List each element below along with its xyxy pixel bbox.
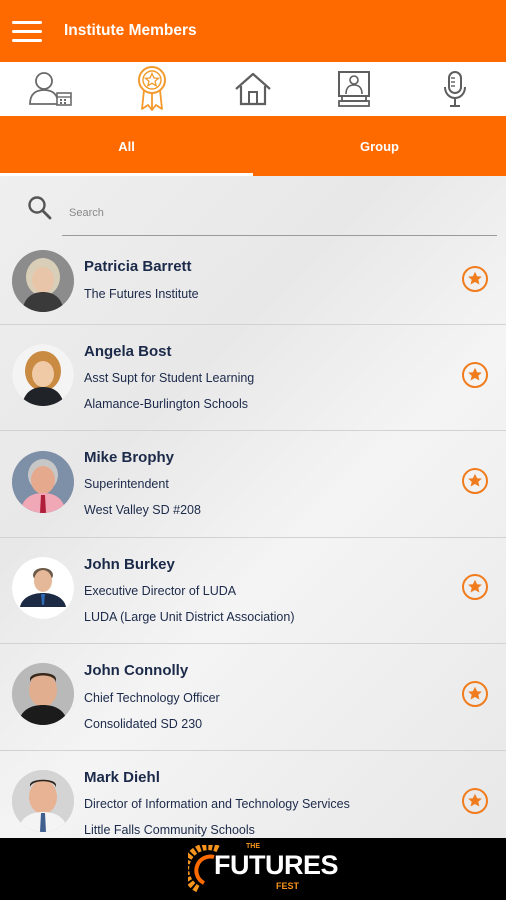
- avatar: [12, 557, 74, 619]
- tab-group[interactable]: Group: [253, 116, 506, 176]
- member-title: Superintendent: [84, 477, 169, 491]
- futures-fest-logo: THE FUTURES FEST: [188, 841, 339, 897]
- nav-award-button[interactable]: [122, 62, 182, 116]
- member-organization: LUDA (Large Unit District Association): [84, 610, 295, 624]
- search-bar: [0, 176, 506, 240]
- logo-the: THE: [246, 843, 260, 850]
- avatar: [12, 451, 74, 513]
- member-title: Chief Technology Officer: [84, 691, 220, 705]
- nav-presentation-button[interactable]: [324, 62, 384, 116]
- menu-icon[interactable]: [12, 20, 42, 42]
- home-icon: [235, 72, 271, 106]
- list-item[interactable]: John Burkey Executive Director of LUDA L…: [0, 538, 506, 644]
- favorite-star-icon[interactable]: [461, 680, 489, 708]
- tab-all[interactable]: All: [0, 116, 253, 176]
- member-organization: Alamance-Burlington Schools: [84, 397, 248, 411]
- app-bar: Institute Members: [0, 0, 506, 62]
- footer-banner: THE FUTURES FEST: [0, 838, 506, 900]
- member-organization: West Valley SD #208: [84, 503, 201, 517]
- member-title: The Futures Institute: [84, 287, 199, 301]
- member-name: John Burkey: [84, 556, 175, 573]
- search-input[interactable]: [62, 190, 497, 236]
- avatar: [12, 344, 74, 406]
- member-title: Asst Supt for Student Learning: [84, 371, 255, 385]
- list-item[interactable]: Angela Bost Asst Supt for Student Learni…: [0, 325, 506, 431]
- tab-bar: All Group: [0, 116, 506, 176]
- favorite-star-icon[interactable]: [461, 361, 489, 389]
- favorite-star-icon[interactable]: [461, 265, 489, 293]
- member-organization: Consolidated SD 230: [84, 717, 203, 731]
- list-item[interactable]: Mike Brophy Superintendent West Valley S…: [0, 431, 506, 538]
- member-name: Mark Diehl: [84, 769, 160, 786]
- list-item[interactable]: John Connolly Chief Technology Officer C…: [0, 644, 506, 751]
- page-title: Institute Members: [64, 22, 197, 39]
- avatar: [12, 250, 74, 312]
- favorite-star-icon[interactable]: [461, 467, 489, 495]
- icon-nav-bar: [0, 62, 506, 116]
- presentation-icon: [338, 71, 371, 107]
- search-icon[interactable]: [27, 195, 53, 221]
- nav-home-button[interactable]: [223, 62, 283, 116]
- member-title: Executive Director of LUDA: [84, 584, 237, 598]
- avatar: [12, 663, 74, 725]
- list-item[interactable]: Mark Diehl Director of Information and T…: [0, 751, 506, 838]
- nav-directory-button[interactable]: [21, 62, 81, 116]
- member-title: Director of Information and Technology S…: [84, 797, 350, 811]
- member-name: John Connolly: [84, 662, 189, 679]
- member-name: Patricia Barrett: [84, 258, 192, 275]
- avatar: [12, 770, 74, 832]
- list-item[interactable]: Patricia Barrett The Futures Institute: [0, 240, 506, 325]
- award-ribbon-icon: [137, 66, 166, 111]
- member-name: Angela Bost: [84, 343, 172, 360]
- directory-icon: [28, 72, 72, 106]
- logo-fest: FEST: [276, 881, 300, 891]
- members-list: Patricia Barrett The Futures Institute A…: [0, 240, 506, 838]
- nav-speakers-button[interactable]: [425, 62, 485, 116]
- favorite-star-icon[interactable]: [461, 787, 489, 815]
- member-organization: Little Falls Community Schools: [84, 823, 255, 837]
- microphone-icon: [444, 71, 467, 107]
- member-name: Mike Brophy: [84, 449, 175, 466]
- logo-futures: FUTURES: [214, 850, 339, 880]
- favorite-star-icon[interactable]: [461, 573, 489, 601]
